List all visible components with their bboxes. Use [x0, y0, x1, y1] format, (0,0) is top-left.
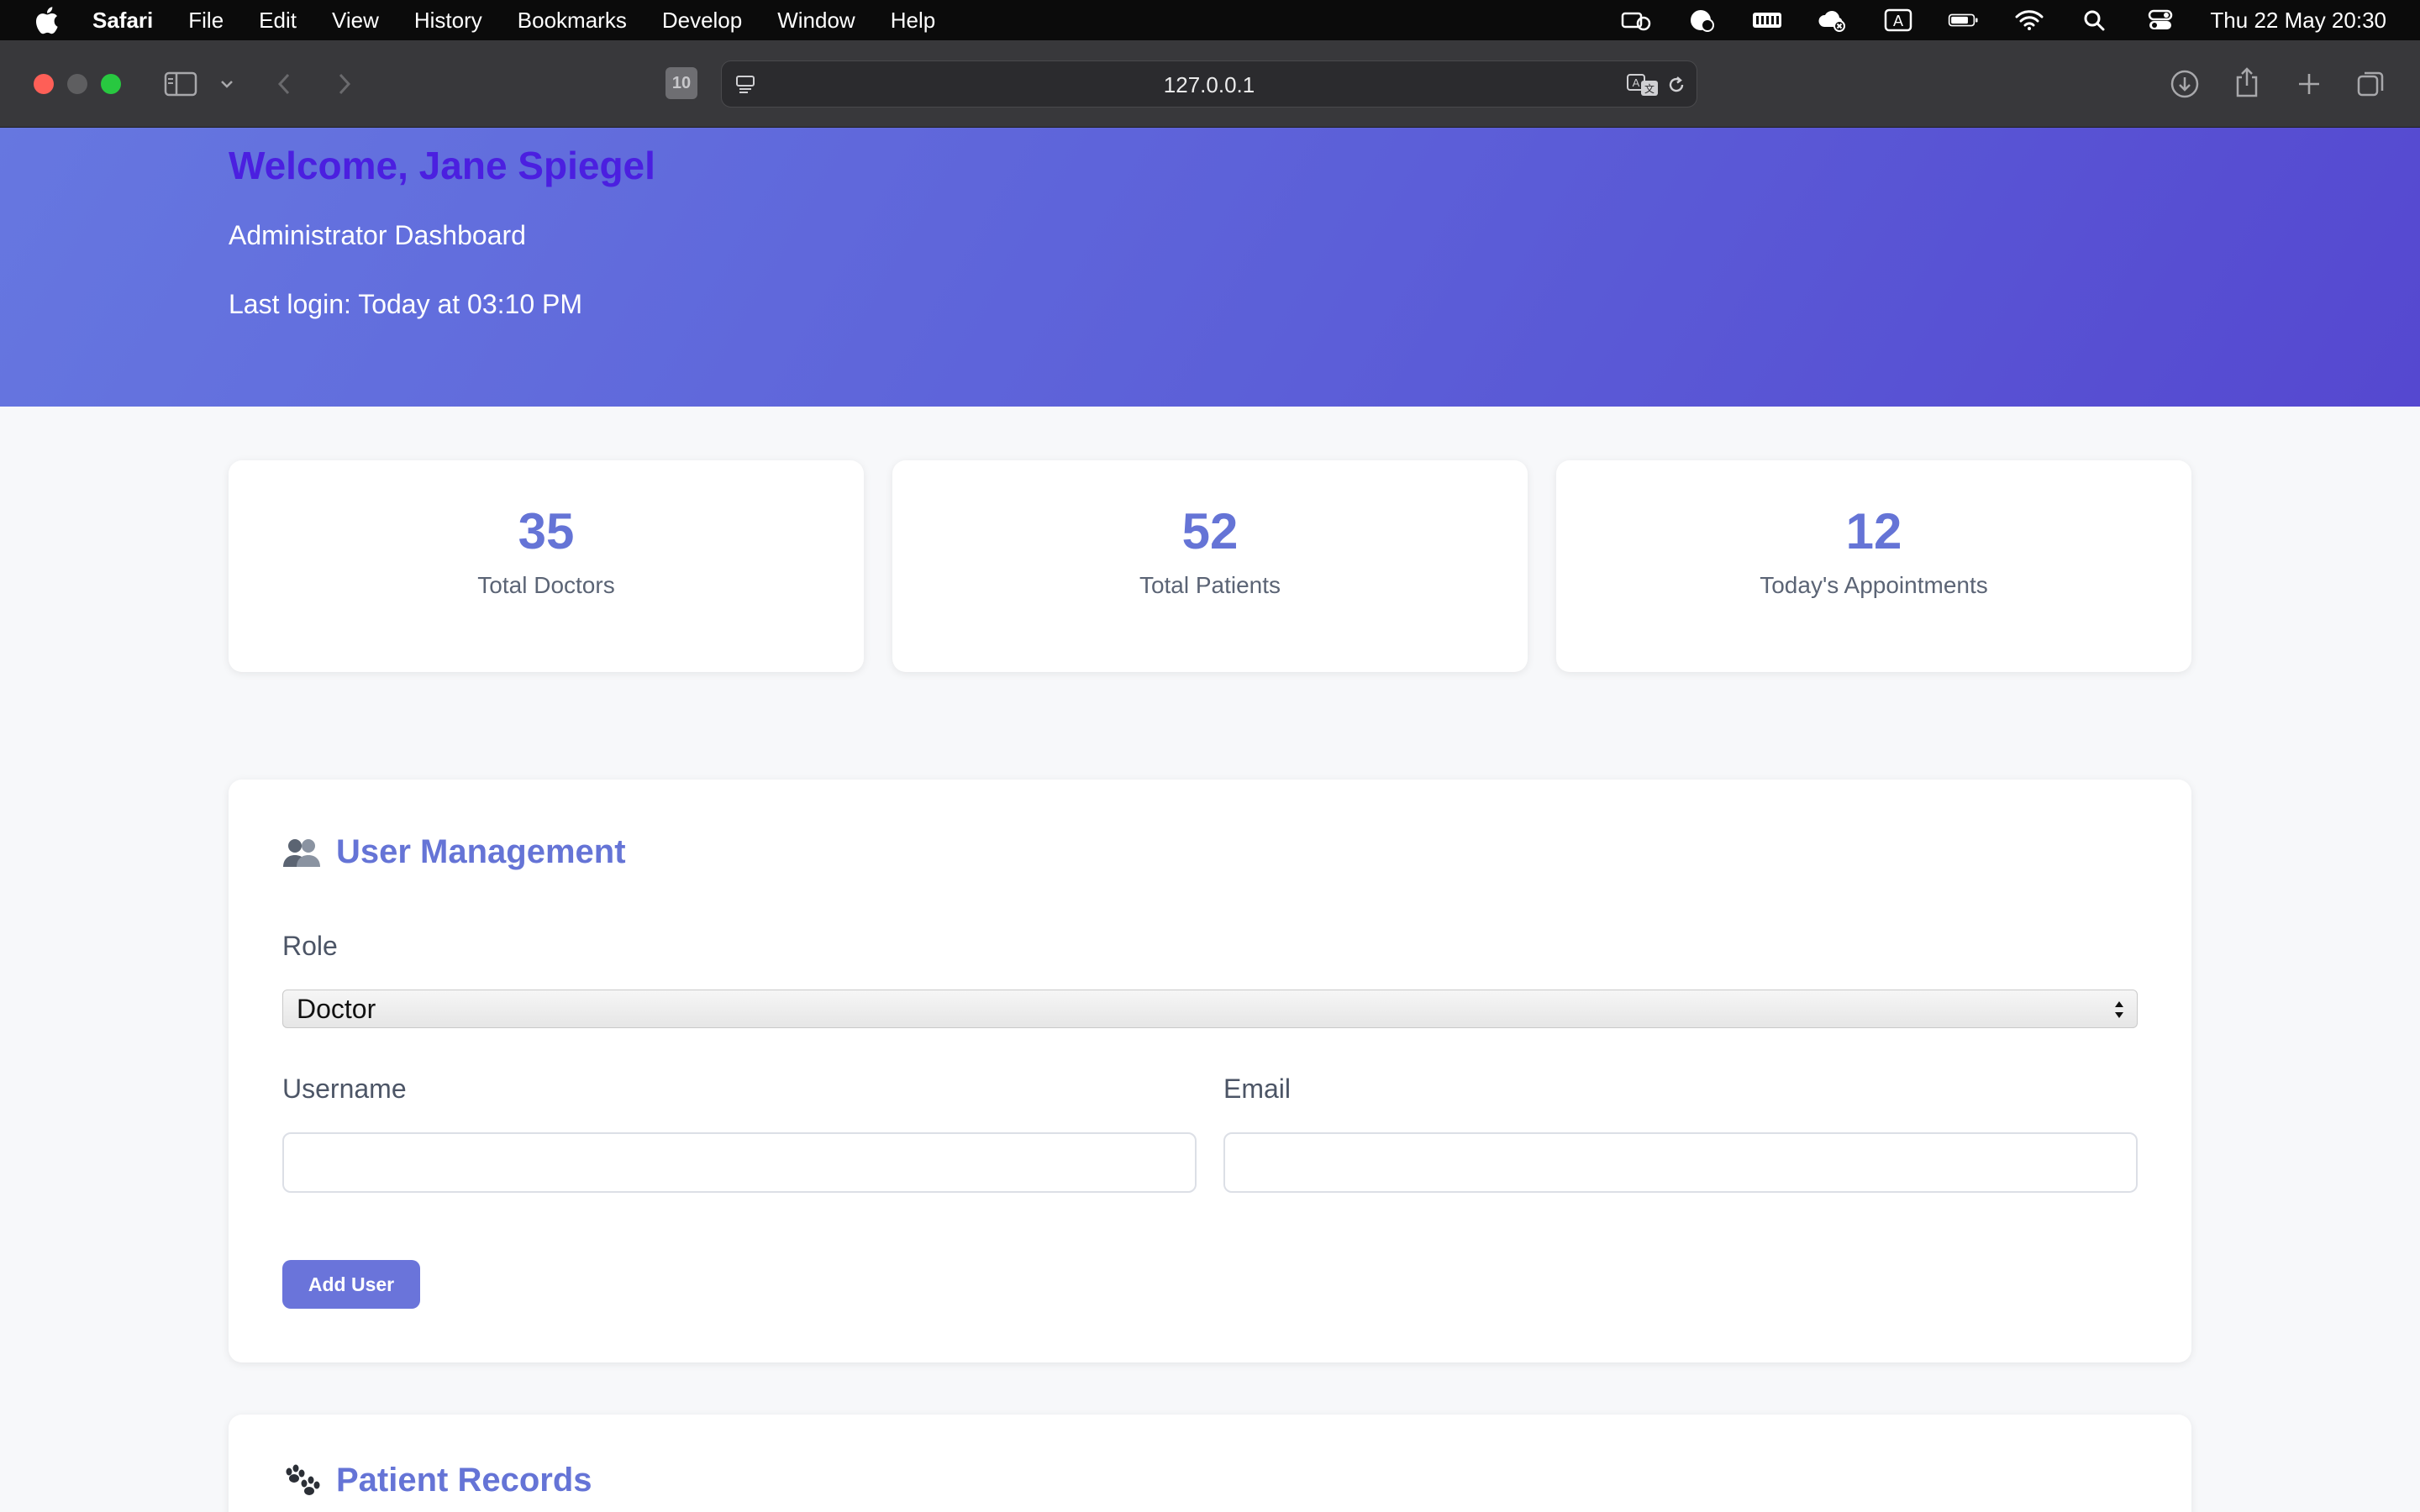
menu-bookmarks[interactable]: Bookmarks: [518, 8, 627, 34]
stat-value: 52: [1181, 503, 1239, 559]
menu-history[interactable]: History: [414, 8, 482, 34]
select-arrows-icon: [2115, 1001, 2123, 1018]
menu-help[interactable]: Help: [891, 8, 935, 34]
forward-arrow-icon[interactable]: [331, 69, 358, 99]
window-fullscreen-button[interactable]: [101, 74, 121, 94]
dashboard-header: Welcome, Jane Spiegel Administrator Dash…: [0, 128, 2420, 407]
last-login-text: Last login: Today at 03:10 PM: [229, 289, 583, 319]
menu-view[interactable]: View: [332, 8, 379, 34]
menu-window[interactable]: Window: [777, 8, 855, 34]
dashboard-subtitle: Administrator Dashboard: [229, 220, 526, 250]
add-user-button[interactable]: Add User: [282, 1260, 420, 1309]
app-menu-safari[interactable]: Safari: [92, 8, 153, 34]
patient-records-panel: Patient Records: [229, 1415, 2191, 1512]
stat-value: 12: [1845, 503, 1902, 559]
user-management-title: User Management: [336, 833, 626, 870]
paw-prints-icon: [282, 1464, 321, 1498]
stat-card-patients: 52 Total Patients: [892, 460, 1528, 672]
battery-icon[interactable]: [1948, 8, 1980, 32]
new-tab-plus-icon[interactable]: [2292, 67, 2326, 101]
role-select[interactable]: Doctor: [282, 990, 2138, 1028]
tab-favicon-icon[interactable]: 10: [666, 67, 697, 99]
svg-text:A: A: [1633, 76, 1640, 89]
sidebar-toggle-icon[interactable]: [163, 67, 198, 101]
tab-badge-text: 10: [671, 73, 692, 92]
apple-logo-icon[interactable]: [34, 6, 59, 34]
section-title: Patient Records: [282, 1462, 592, 1499]
share-icon[interactable]: [2230, 64, 2264, 101]
downloads-icon[interactable]: [2168, 67, 2202, 101]
browser-toolbar: 10 127.0.0.1 A文: [0, 40, 2420, 128]
menu-clock[interactable]: Thu 22 May 20:30: [2210, 8, 2386, 34]
stat-card-doctors: 35 Total Doctors: [229, 460, 864, 672]
stat-label: Today's Appointments: [1760, 572, 1988, 598]
stat-label: Total Doctors: [477, 572, 615, 598]
input-source-icon[interactable]: A: [1882, 8, 1914, 32]
svg-text:文: 文: [1644, 82, 1655, 95]
chevron-down-icon[interactable]: [217, 74, 237, 94]
cloud-error-icon[interactable]: [1817, 8, 1849, 32]
stat-value: 35: [518, 503, 575, 559]
wifi-icon[interactable]: [2013, 8, 2045, 32]
svg-text:A: A: [1893, 13, 1903, 29]
keyboard-status-icon[interactable]: [1751, 8, 1783, 32]
welcome-heading: Welcome, Jane Spiegel: [229, 144, 655, 187]
email-input[interactable]: [1223, 1132, 2138, 1193]
username-input[interactable]: [282, 1132, 1197, 1193]
window-minimize-button[interactable]: [67, 74, 87, 94]
patient-records-title: Patient Records: [336, 1462, 592, 1499]
url-text[interactable]: 127.0.0.1: [722, 61, 1697, 108]
translate-icon[interactable]: A文: [1626, 71, 1660, 98]
user-management-panel: User Management Role Doctor Username Ema…: [229, 780, 2191, 1362]
stat-card-appointments: 12 Today's Appointments: [1556, 460, 2191, 672]
users-icon: [282, 836, 321, 869]
notification-badge-icon[interactable]: [1686, 8, 1718, 32]
menu-file[interactable]: File: [188, 8, 224, 34]
menu-edit[interactable]: Edit: [259, 8, 297, 34]
role-label: Role: [282, 931, 338, 961]
menu-develop[interactable]: Develop: [662, 8, 742, 34]
spotlight-search-icon[interactable]: [2079, 8, 2111, 32]
menu-bar: Safari File Edit View History Bookmarks …: [0, 0, 2420, 40]
reload-icon[interactable]: [1665, 73, 1688, 97]
section-title: User Management: [282, 833, 626, 871]
back-arrow-icon[interactable]: [271, 69, 297, 99]
stat-label: Total Patients: [1139, 572, 1281, 598]
control-center-icon[interactable]: [2144, 8, 2176, 32]
tab-overview-icon[interactable]: [2354, 67, 2388, 101]
role-selected-value: Doctor: [297, 993, 376, 1024]
address-bar[interactable]: 127.0.0.1 A文: [721, 60, 1697, 108]
email-label: Email: [1223, 1074, 1292, 1104]
username-label: Username: [282, 1074, 407, 1104]
window-close-button[interactable]: [34, 74, 54, 94]
accessibility-status-icon[interactable]: [1620, 8, 1652, 32]
